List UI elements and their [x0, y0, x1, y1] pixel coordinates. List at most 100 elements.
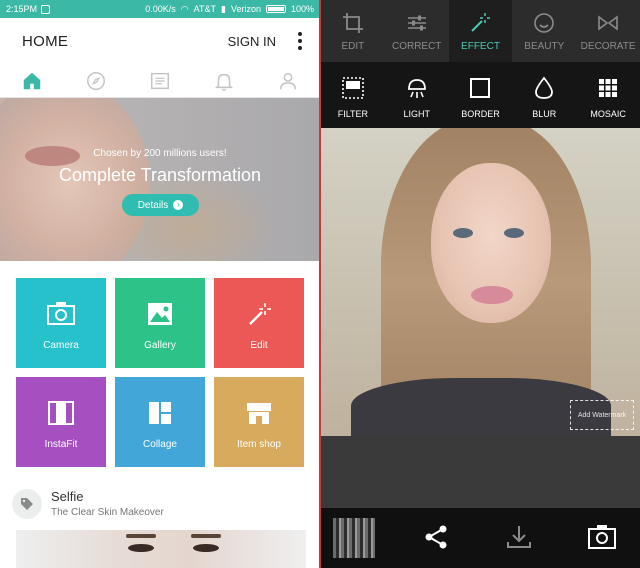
tool-label: CORRECT	[391, 41, 442, 52]
camera-icon	[588, 525, 616, 549]
hero-tagline: Chosen by 200 millions users!	[93, 148, 227, 159]
tab-home[interactable]	[0, 64, 64, 97]
tool-correct[interactable]: CORRECT	[385, 0, 449, 62]
tag-icon	[12, 489, 42, 519]
tool-beauty[interactable]: BEAUTY	[512, 0, 576, 62]
tool-edit[interactable]: EDIT	[321, 0, 385, 62]
feature-grid: Camera Gallery Edit InstaFit Collage Ite…	[16, 278, 306, 468]
tile-label: Item shop	[237, 439, 281, 450]
photo-detail	[453, 228, 473, 238]
selfie-photo-detail	[193, 544, 219, 552]
tile-label: Edit	[250, 340, 268, 351]
home-title: HOME	[22, 32, 69, 50]
original-thumbnail[interactable]	[333, 518, 375, 558]
signal-icon: ▮	[220, 3, 226, 14]
download-icon	[507, 526, 531, 548]
magic-wand-icon	[249, 303, 271, 325]
status-bar: 2:15PM 0.00K/s ◠ AT&T ▮ Verizon 100%	[0, 0, 320, 18]
chevron-right-icon: ›	[173, 200, 184, 210]
tool-effect[interactable]: EFFECT	[448, 0, 513, 62]
status-carrier-1: AT&T	[193, 4, 216, 14]
editor-toolbar: EDIT CORRECT EFFECT BEAUTY DECORATE	[321, 0, 640, 62]
tab-discover[interactable]	[64, 64, 128, 97]
photo-canvas[interactable]: Add Watermark	[321, 128, 640, 436]
collage-tile[interactable]: Collage	[115, 377, 205, 467]
smiley-icon	[534, 13, 555, 33]
tile-label: Camera	[43, 340, 79, 351]
tool-label: EDIT	[341, 41, 365, 52]
tile-label: InstaFit	[44, 439, 78, 450]
share-button[interactable]	[421, 522, 451, 552]
bottom-action-bar	[321, 508, 640, 568]
camera-icon	[47, 302, 75, 325]
camera-button[interactable]	[587, 522, 617, 552]
photo-detail	[504, 228, 524, 238]
home-icon	[23, 72, 41, 89]
effect-mosaic[interactable]: MOSAIC	[576, 62, 640, 128]
details-button[interactable]: Details ›	[122, 194, 199, 216]
mosaic-icon	[599, 79, 618, 97]
selfie-photo-detail	[128, 544, 154, 552]
crop-icon	[342, 13, 363, 33]
compass-icon	[87, 71, 105, 90]
item-shop-tile[interactable]: Item shop	[214, 377, 304, 467]
effect-light[interactable]: LIGHT	[385, 62, 449, 128]
bell-icon	[214, 73, 234, 91]
tool-decorate[interactable]: DECORATE	[576, 0, 640, 62]
save-button[interactable]	[504, 522, 534, 552]
edit-tile[interactable]: Edit	[214, 278, 304, 368]
canvas-background	[321, 436, 640, 508]
hero-banner[interactable]: Chosen by 200 millions users! Complete T…	[0, 98, 320, 261]
wifi-icon: ◠	[180, 3, 189, 14]
effect-border[interactable]: BORDER	[449, 62, 513, 128]
image-icon	[148, 303, 172, 325]
light-icon	[407, 79, 426, 98]
status-carrier-2: Verizon	[230, 4, 261, 14]
details-label: Details	[137, 199, 169, 211]
notification-icon	[41, 4, 51, 14]
sparkle-wand-icon	[471, 13, 491, 32]
border-icon	[470, 78, 491, 98]
selfie-section-header[interactable]: Selfie The Clear Skin Makeover	[12, 487, 312, 523]
effect-filter[interactable]: FILTER	[321, 62, 385, 128]
selfie-subtitle: The Clear Skin Makeover	[51, 507, 164, 518]
app-header: HOME SIGN IN	[0, 18, 320, 64]
battery-icon	[265, 5, 286, 13]
status-battery: 100%	[290, 4, 314, 14]
filter-icon	[342, 77, 364, 99]
hero-headline: Complete Transformation	[58, 165, 262, 185]
effect-subtools: FILTER LIGHT BORDER BLUR MOSAIC	[321, 62, 640, 128]
selfie-title: Selfie	[51, 489, 84, 504]
tile-label: Gallery	[144, 340, 176, 351]
effect-label: MOSAIC	[590, 109, 626, 119]
status-time: 2:15PM	[6, 4, 38, 14]
tab-notifications[interactable]	[192, 64, 256, 97]
selfie-preview-image[interactable]	[16, 530, 306, 568]
nav-tabs	[0, 64, 320, 98]
list-icon	[151, 72, 169, 89]
effect-label: FILTER	[337, 109, 369, 119]
effect-blur[interactable]: BLUR	[512, 62, 576, 128]
effect-label: LIGHT	[403, 109, 430, 119]
left-phone-screen: 2:15PM 0.00K/s ◠ AT&T ▮ Verizon 100% HOM…	[0, 0, 320, 568]
selfie-photo-detail	[191, 534, 221, 538]
drop-icon	[535, 76, 554, 99]
camera-tile[interactable]: Camera	[16, 278, 106, 368]
tab-profile[interactable]	[256, 64, 320, 97]
tab-feed[interactable]	[128, 64, 192, 97]
tile-label: Collage	[143, 439, 177, 450]
sliders-icon	[407, 15, 426, 31]
right-phone-screen: EDIT CORRECT EFFECT BEAUTY DECORATE FILT…	[321, 0, 640, 568]
bow-icon	[598, 15, 618, 31]
share-icon	[425, 525, 447, 549]
gallery-tile[interactable]: Gallery	[115, 278, 205, 368]
more-options-icon[interactable]	[298, 32, 302, 50]
sign-in-button[interactable]: SIGN IN	[228, 34, 276, 49]
selfie-photo-detail	[126, 534, 156, 538]
user-icon	[279, 72, 297, 89]
effect-label: BLUR	[532, 109, 557, 119]
instafit-tile[interactable]: InstaFit	[16, 377, 106, 467]
add-watermark-button[interactable]: Add Watermark	[570, 400, 634, 430]
collage-icon	[149, 402, 171, 424]
photo-detail	[471, 286, 513, 304]
